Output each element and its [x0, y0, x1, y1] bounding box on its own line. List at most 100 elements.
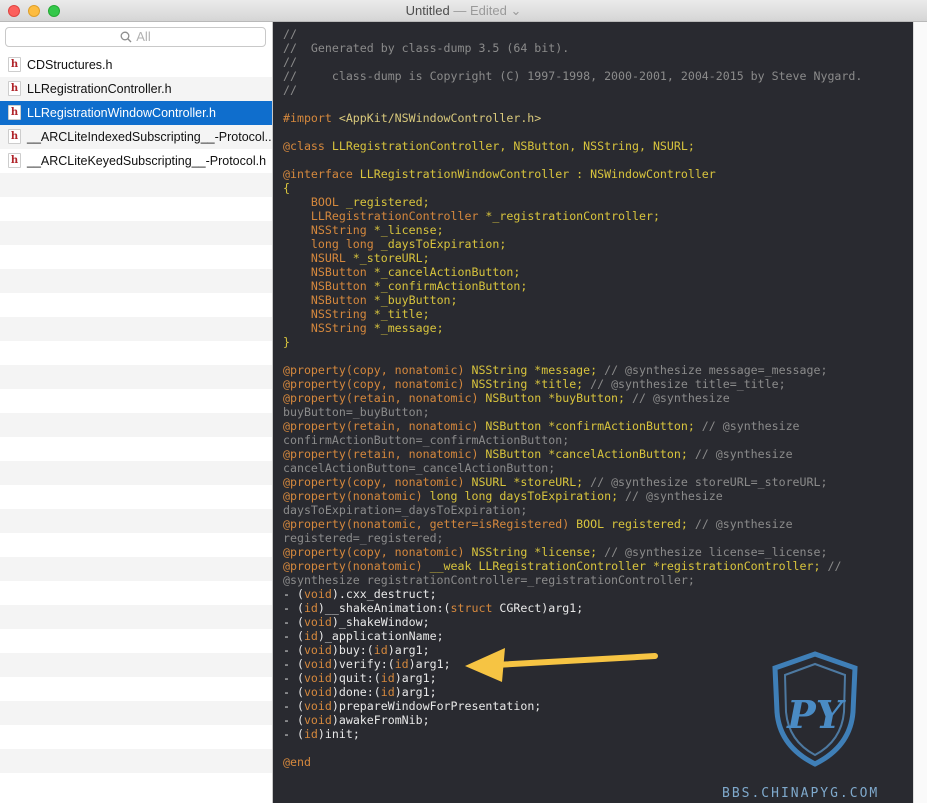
code-line: NSButton *_cancelActionButton;	[283, 265, 862, 279]
code-token: // Generated by class-dump 3.5 (64 bit).	[283, 41, 570, 55]
empty-row	[0, 653, 272, 677]
code-token: _daysToExpiration;	[373, 237, 507, 251]
code-token: // @synthesize	[687, 447, 793, 461]
code-token: *_storeURL;	[345, 251, 430, 265]
code-line: @property(retain, nonatomic) NSButton *b…	[283, 391, 862, 405]
vertical-scrollbar[interactable]	[913, 22, 927, 803]
code-token: <AppKit/NSWindowController.h>	[338, 111, 542, 125]
code-token: buyButton=_buyButton;	[283, 405, 430, 419]
code-token: void	[303, 587, 332, 601]
code-token: )awakeFromNib;	[331, 713, 430, 727]
code-line: - (void).cxx_destruct;	[283, 587, 862, 601]
empty-row	[0, 581, 272, 605]
code-token: )verify:(	[331, 657, 395, 671]
code-token: // @synthesize	[618, 489, 723, 503]
code-token: @end	[283, 755, 311, 769]
code-token: NSURL	[283, 251, 346, 265]
file-row[interactable]: h LLRegistrationController.h	[0, 77, 272, 101]
code-token: )init;	[317, 727, 360, 741]
code-token: id	[380, 685, 395, 699]
code-line: #import <AppKit/NSWindowController.h>	[283, 111, 862, 125]
empty-row	[0, 173, 272, 197]
empty-row	[0, 437, 272, 461]
code-token: )arg1;	[387, 643, 430, 657]
code-token: struct	[450, 601, 493, 615]
code-token: - (	[283, 713, 304, 727]
code-token: //	[283, 27, 297, 41]
file-list: h CDStructures.h h LLRegistrationController…	[0, 53, 272, 797]
header-file-icon: h	[8, 153, 21, 168]
code-token: @property(copy, nonatomic)	[283, 545, 472, 559]
code-token: NSString	[283, 223, 367, 237]
file-name: __ARCLiteIndexedSubscripting__-Protocol.…	[27, 130, 272, 144]
code-token: // @synthesize title=_title;	[583, 377, 786, 391]
window-title[interactable]: Untitled — Edited ⌄	[0, 0, 927, 22]
file-row[interactable]: h CDStructures.h	[0, 53, 272, 77]
code-token: - (	[283, 601, 304, 615]
watermark-text: BBS.CHINAPYG.COM	[722, 786, 880, 801]
empty-row	[0, 605, 272, 629]
code-token: // @synthesize message=_message;	[597, 363, 828, 377]
code-token: // @synthesize	[694, 419, 800, 433]
code-token: - (	[283, 657, 304, 671]
code-token: long long	[283, 237, 374, 251]
code-token: - (	[283, 671, 304, 685]
code-token: LLRegistrationWindowController : NSWindo…	[359, 167, 716, 181]
code-token: id	[394, 657, 409, 671]
empty-row	[0, 293, 272, 317]
code-token: confirmActionButton=_confirmActionButton…	[283, 433, 570, 447]
search-placeholder: All	[136, 29, 151, 44]
code-token: }	[283, 335, 290, 349]
code-line: {	[283, 181, 862, 195]
empty-row	[0, 197, 272, 221]
code-token: void	[303, 615, 332, 629]
code-token: - (	[283, 615, 304, 629]
code-token: //	[283, 83, 297, 97]
code-token: )buy:(	[331, 643, 374, 657]
empty-row	[0, 461, 272, 485]
code-token: CGRect)arg1;	[492, 601, 584, 615]
code-line: @interface LLRegistrationWindowControlle…	[283, 167, 862, 181]
empty-row	[0, 533, 272, 557]
chevron-down-icon[interactable]: ⌄	[510, 3, 521, 18]
empty-row	[0, 701, 272, 725]
code-token: id	[303, 727, 318, 741]
code-token: @property(nonatomic)	[283, 489, 430, 503]
code-token: NSString	[283, 307, 367, 321]
code-token: NSURL *storeURL;	[471, 475, 584, 489]
code-token: void	[303, 685, 332, 699]
code-line: //	[283, 55, 862, 69]
code-line: @class LLRegistrationController, NSButto…	[283, 139, 862, 153]
code-line: confirmActionButton=_confirmActionButton…	[283, 433, 862, 447]
code-token: _registered;	[338, 195, 430, 209]
code-token: )_shakeWindow;	[331, 615, 430, 629]
header-file-icon: h	[8, 129, 21, 144]
empty-row	[0, 509, 272, 533]
code-token: )arg1;	[408, 657, 451, 671]
code-line: NSString *_message;	[283, 321, 862, 335]
code-token: )prepareWindowForPresentation;	[331, 699, 542, 713]
file-name: LLRegistrationController.h	[27, 82, 172, 96]
file-row[interactable]: h LLRegistrationWindowController.h	[0, 101, 272, 125]
code-token: @property(copy, nonatomic)	[283, 363, 472, 377]
code-token: @property(retain, nonatomic)	[283, 447, 486, 461]
empty-row	[0, 389, 272, 413]
code-line: NSString *_title;	[283, 307, 862, 321]
code-token: registered=_registered;	[283, 531, 444, 545]
code-token: )done:(	[331, 685, 381, 699]
empty-row	[0, 485, 272, 509]
code-token: LLRegistrationController, NSButton, NSSt…	[331, 139, 695, 153]
file-sidebar: All h CDStructures.h h LLRegistrationContro…	[0, 22, 273, 803]
code-token: id	[303, 601, 318, 615]
code-token: NSButton	[283, 293, 367, 307]
file-row[interactable]: h __ARCLiteKeyedSubscripting__-Protocol.h	[0, 149, 272, 173]
code-token: #import	[283, 111, 339, 125]
empty-row	[0, 629, 272, 653]
code-line: registered=_registered;	[283, 531, 862, 545]
file-row[interactable]: h __ARCLiteIndexedSubscripting__-Protocol…	[0, 125, 272, 149]
code-line: //	[283, 27, 862, 41]
code-token: *_license;	[366, 223, 444, 237]
search-field[interactable]: All	[5, 27, 266, 47]
code-token: daysToExpiration=_daysToExpiration;	[283, 503, 528, 517]
code-token: @class	[283, 139, 332, 153]
